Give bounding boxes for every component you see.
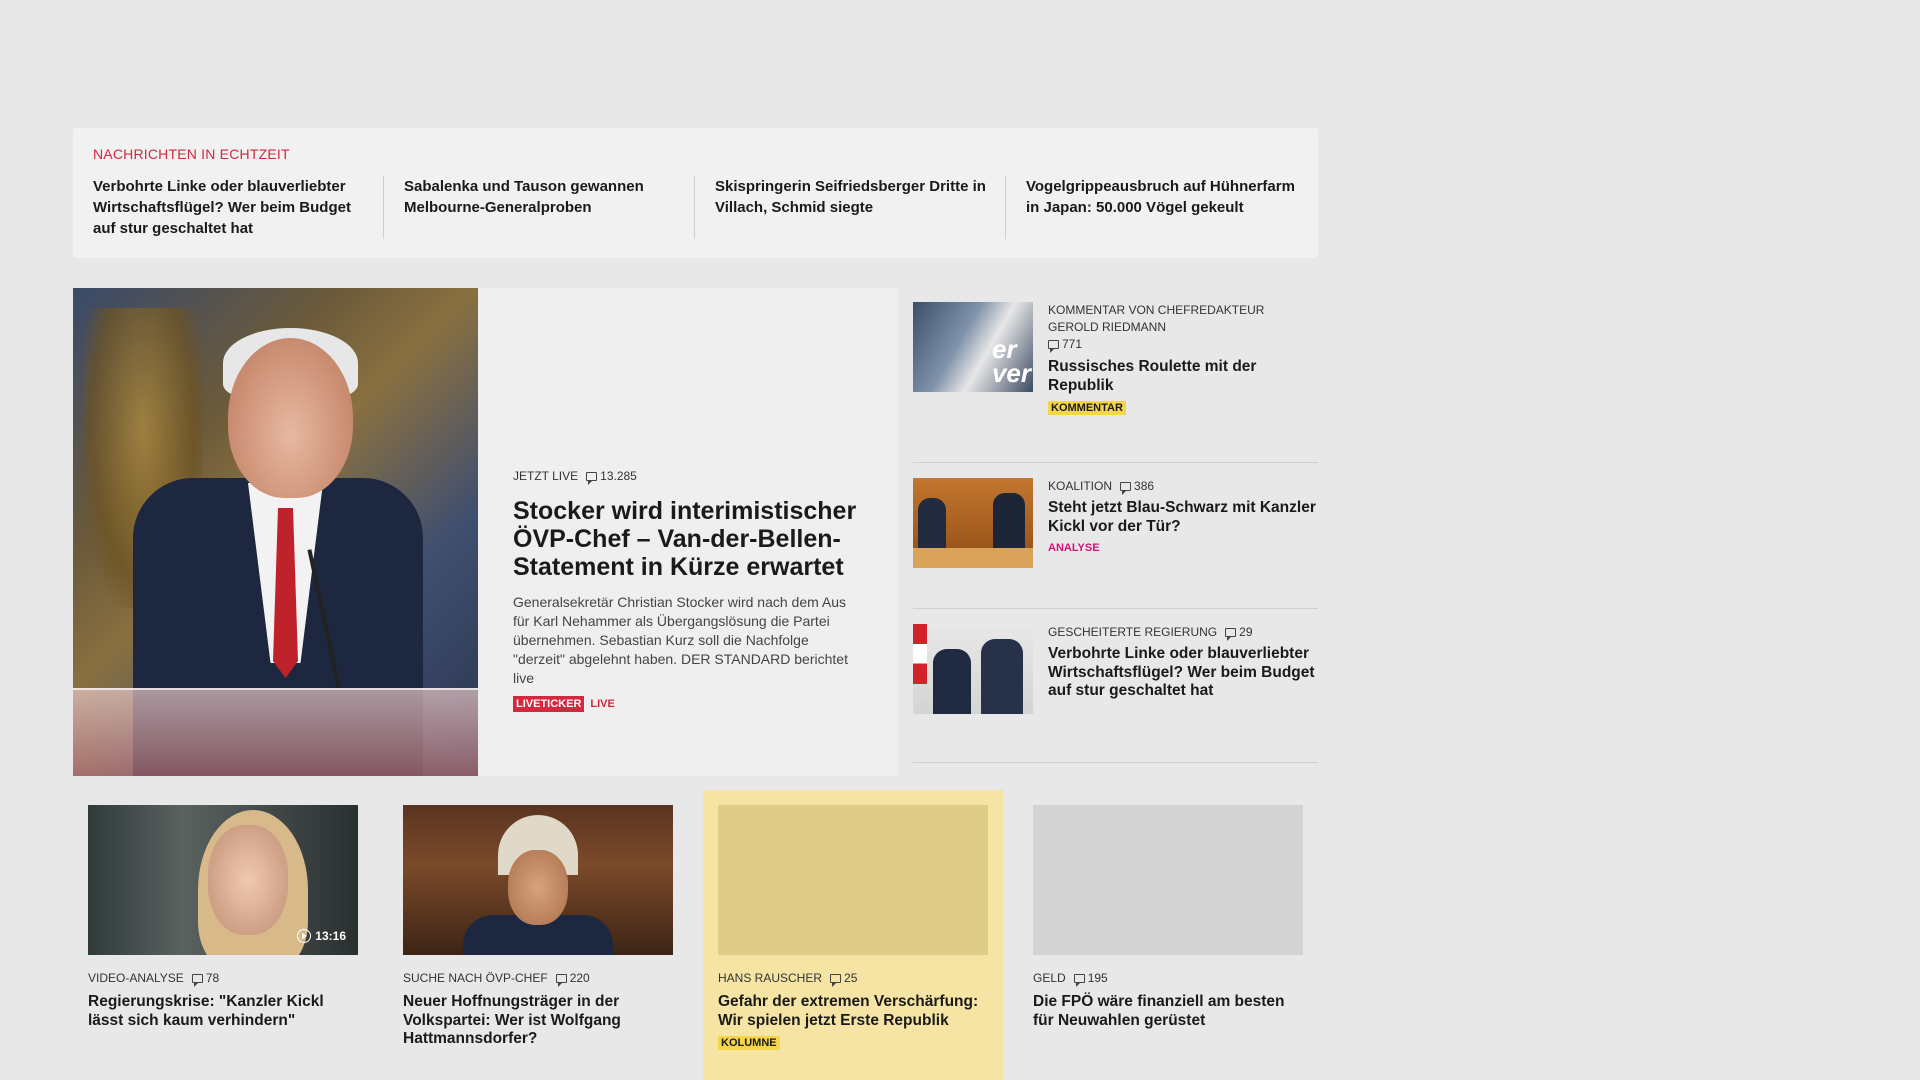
comment-count[interactable]: 195 bbox=[1073, 971, 1108, 987]
teaser-headline[interactable]: Die FPÖ wäre finanziell am besten für Ne… bbox=[1033, 993, 1303, 1030]
hero-image[interactable] bbox=[73, 288, 478, 776]
side-teaser[interactable]: KOALITION 386 Steht jetzt Blau-Schwarz m… bbox=[913, 463, 1318, 609]
teaser-meta: GESCHEITERTE REGIERUNG 29 bbox=[1048, 624, 1318, 641]
teaser-card[interactable]: GELD 195 Die FPÖ wäre finanziell am best… bbox=[1018, 790, 1318, 1080]
comment-count-value: 771 bbox=[1062, 337, 1083, 351]
comment-count-value: 195 bbox=[1087, 971, 1108, 985]
thumbnail-overlay-text: er ver bbox=[991, 334, 1031, 388]
comment-icon bbox=[1073, 973, 1085, 987]
teaser-kicker: GESCHEITERTE REGIERUNG bbox=[1048, 625, 1218, 639]
teaser-thumbnail[interactable] bbox=[913, 478, 1033, 568]
comment-count[interactable]: 13.285 bbox=[586, 469, 637, 485]
hero-kicker: JETZT LIVE bbox=[513, 469, 579, 483]
teaser-meta: KOMMENTAR VON CHEFREDAKTEUR GEROLD RIEDM… bbox=[1048, 302, 1318, 354]
teaser-headline[interactable]: Neuer Hoffnungsträger in der Volkspartei… bbox=[403, 993, 673, 1049]
teaser-kicker: KOALITION bbox=[1048, 479, 1113, 493]
teaser-headline[interactable]: Gefahr der extremen Verschärfung: Wir sp… bbox=[718, 993, 988, 1030]
teaser-meta: KOALITION 386 bbox=[1048, 478, 1318, 495]
comment-icon bbox=[191, 973, 203, 987]
comment-count[interactable]: 771 bbox=[1048, 336, 1082, 353]
ticker-item[interactable]: Verbohrte Linke oder blauverliebter Wirt… bbox=[93, 176, 384, 239]
live-label: LIVE bbox=[590, 698, 615, 710]
comment-icon bbox=[1048, 340, 1059, 353]
kommentar-tag: KOMMENTAR bbox=[1048, 401, 1126, 415]
teaser-image-placeholder[interactable] bbox=[718, 805, 988, 955]
ticker-item[interactable]: Skispringerin Seifriedsberger Dritte in … bbox=[695, 176, 1006, 239]
comment-count[interactable]: 386 bbox=[1120, 478, 1154, 495]
hero-text: JETZT LIVE 13.285 Stocker wird interimis… bbox=[478, 288, 898, 776]
teaser-kicker: HANS RAUSCHER bbox=[718, 971, 823, 985]
teaser-thumbnail[interactable]: er ver bbox=[913, 302, 1033, 392]
teaser-meta: HANS RAUSCHER 25 bbox=[718, 971, 988, 987]
hero-lead: Generalsekretär Christian Stocker wird n… bbox=[513, 594, 848, 686]
video-duration: 13:16 bbox=[315, 929, 346, 943]
teaser-headline[interactable]: Verbohrte Linke oder blauverliebter Wirt… bbox=[1048, 645, 1318, 701]
play-icon bbox=[297, 929, 312, 943]
realtime-news-ticker: NACHRICHTEN IN ECHTZEIT Verbohrte Linke … bbox=[73, 128, 1318, 258]
hero-tags: LIVETICKER LIVE bbox=[513, 696, 863, 712]
teaser-card[interactable]: 13:16 VIDEO-ANALYSE 78 Regierungskrise: … bbox=[73, 790, 373, 1080]
comment-count-value: 220 bbox=[569, 971, 590, 985]
teaser-image[interactable] bbox=[403, 805, 673, 955]
comment-count-value: 78 bbox=[205, 971, 220, 985]
kolumne-teaser-card[interactable]: HANS RAUSCHER 25 Gefahr der extremen Ver… bbox=[703, 790, 1003, 1080]
comment-count[interactable]: 220 bbox=[555, 971, 590, 987]
teaser-headline[interactable]: Regierungskrise: "Kanzler Kickl lässt si… bbox=[88, 993, 358, 1030]
comment-icon bbox=[830, 973, 842, 987]
hero-article[interactable]: JETZT LIVE 13.285 Stocker wird interimis… bbox=[73, 288, 898, 776]
analyse-tag: ANALYSE bbox=[1048, 542, 1100, 554]
liveticker-badge: LIVETICKER bbox=[513, 696, 585, 712]
teaser-kicker: KOMMENTAR VON CHEFREDAKTEUR GEROLD RIEDM… bbox=[1048, 303, 1265, 334]
hero-headline[interactable]: Stocker wird interimistischer ÖVP-Chef –… bbox=[513, 497, 863, 581]
teaser-image-placeholder[interactable] bbox=[1033, 805, 1303, 955]
comment-icon bbox=[555, 973, 567, 987]
teaser-card[interactable]: SUCHE NACH ÖVP-CHEF 220 Neuer Hoffnungst… bbox=[388, 790, 688, 1080]
comment-count-value: 386 bbox=[1134, 479, 1155, 493]
teaser-headline[interactable]: Russisches Roulette mit der Republik bbox=[1048, 358, 1318, 395]
teaser-image[interactable]: 13:16 bbox=[88, 805, 358, 955]
teaser-meta: VIDEO-ANALYSE 78 bbox=[88, 971, 358, 987]
teaser-meta: GELD 195 bbox=[1033, 971, 1303, 987]
comment-count-value: 29 bbox=[1239, 625, 1253, 639]
hero-meta: JETZT LIVE 13.285 bbox=[513, 469, 863, 485]
side-teaser[interactable]: er ver KOMMENTAR VON CHEFREDAKTEUR GEROLD… bbox=[913, 288, 1318, 463]
ticker-title: NACHRICHTEN IN ECHTZEIT bbox=[93, 146, 290, 162]
teaser-kicker: SUCHE NACH ÖVP-CHEF bbox=[403, 971, 548, 985]
teaser-meta: SUCHE NACH ÖVP-CHEF 220 bbox=[403, 971, 673, 987]
comment-count[interactable]: 29 bbox=[1225, 624, 1253, 641]
comment-icon bbox=[1120, 482, 1132, 495]
kolumne-tag: KOLUMNE bbox=[718, 1036, 780, 1050]
comment-count[interactable]: 78 bbox=[191, 971, 220, 987]
teaser-thumbnail[interactable] bbox=[913, 624, 1033, 714]
teaser-headline[interactable]: Steht jetzt Blau-Schwarz mit Kanzler Kic… bbox=[1048, 499, 1318, 536]
ticker-list: Verbohrte Linke oder blauverliebter Wirt… bbox=[93, 176, 1298, 239]
comment-count[interactable]: 25 bbox=[830, 971, 858, 987]
ticker-item[interactable]: Sabalenka und Tauson gewannen Melbourne-… bbox=[384, 176, 695, 239]
side-teasers: er ver KOMMENTAR VON CHEFREDAKTEUR GEROLD… bbox=[913, 288, 1318, 763]
bottom-teasers: 13:16 VIDEO-ANALYSE 78 Regierungskrise: … bbox=[73, 790, 1318, 1080]
teaser-kicker: GELD bbox=[1033, 971, 1066, 985]
side-teaser[interactable]: GESCHEITERTE REGIERUNG 29 Verbohrte Link… bbox=[913, 609, 1318, 763]
teaser-kicker: VIDEO-ANALYSE bbox=[88, 971, 184, 985]
comment-icon bbox=[586, 471, 598, 485]
video-duration-badge: 13:16 bbox=[297, 929, 346, 943]
comment-count-value: 13.285 bbox=[600, 469, 637, 483]
ticker-item[interactable]: Vogelgrippeausbruch auf Hühnerfarm in Ja… bbox=[1006, 176, 1298, 239]
comment-count-value: 25 bbox=[844, 971, 858, 985]
comment-icon bbox=[1225, 628, 1237, 641]
